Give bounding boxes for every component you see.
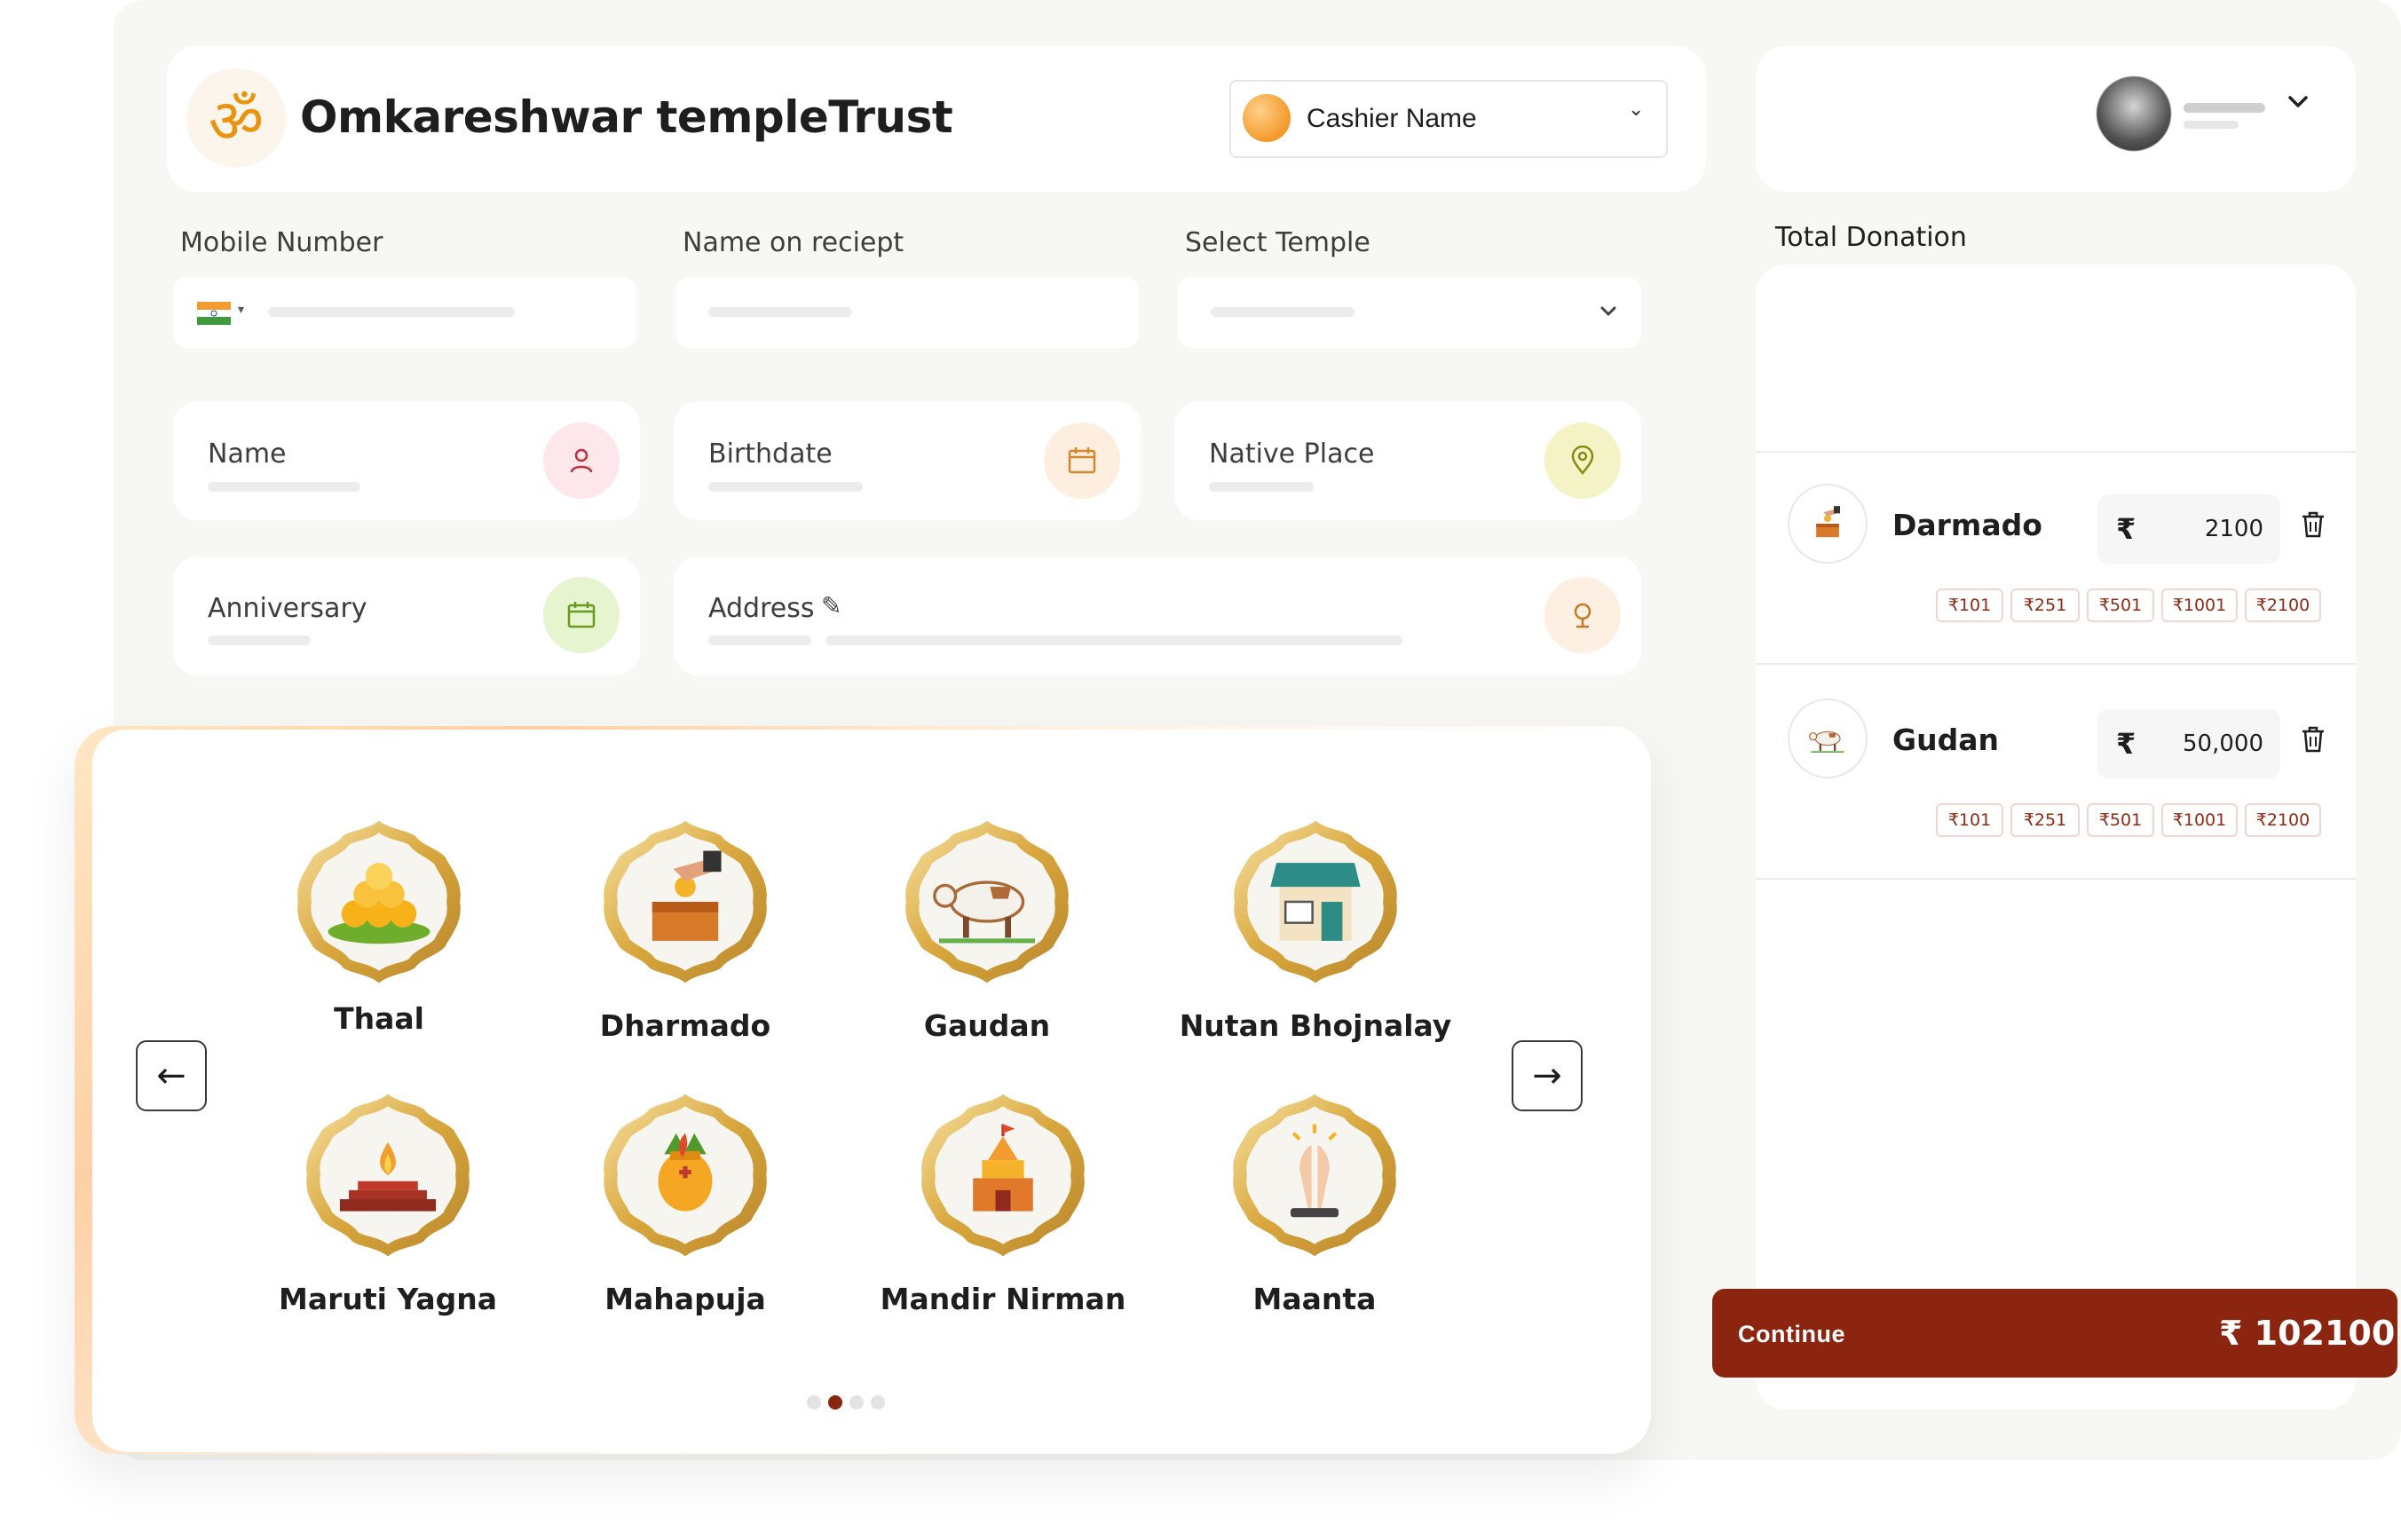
map-marker-icon[interactable] (1544, 577, 1621, 653)
amount-value[interactable]: 50,000 (2157, 731, 2263, 757)
carousel-dot[interactable] (849, 1395, 864, 1410)
divider (1756, 878, 2356, 880)
arrow-right-icon[interactable]: → (1512, 1040, 1583, 1111)
temple-placeholder (1211, 307, 1355, 317)
trash-icon[interactable] (2301, 725, 2326, 761)
quick-amount-chip[interactable]: ₹251 (2010, 803, 2080, 837)
address-label: Address (708, 593, 815, 624)
quick-amount-chip[interactable]: ₹2100 (2245, 588, 2321, 622)
temple-icon[interactable] (912, 1088, 1094, 1262)
quick-amount-chip[interactable]: ₹251 (2010, 588, 2080, 622)
total-amount: ₹ 102100 (2219, 1314, 2396, 1353)
name-placeholder (208, 482, 360, 492)
kalash-icon[interactable] (595, 1088, 776, 1262)
native-place-placeholder (1209, 482, 1314, 492)
receipt-placeholder (708, 307, 852, 317)
divider (1756, 663, 2356, 665)
quick-amount-chip[interactable]: ₹101 (1936, 588, 2003, 622)
quick-amount-chip[interactable]: ₹101 (1936, 803, 2003, 837)
amount-value[interactable]: 2100 (2157, 516, 2263, 542)
quick-amount-chip[interactable]: ₹2100 (2245, 803, 2321, 837)
category-label[interactable]: Mandir Nirman (843, 1282, 1163, 1316)
pencil-icon[interactable]: ✎ (821, 591, 841, 620)
category-label[interactable]: Gaudan (827, 1008, 1147, 1043)
carousel-dot[interactable] (871, 1395, 885, 1410)
carousel-dot[interactable] (807, 1395, 821, 1410)
donation-item-name: Darmado (1892, 508, 2042, 542)
birthdate-placeholder (708, 482, 863, 492)
anniversary-placeholder (208, 636, 311, 645)
address-placeholder (825, 636, 1402, 645)
avatar[interactable] (2097, 76, 2171, 151)
mobile-placeholder (268, 307, 515, 317)
arrow-left-icon[interactable]: ← (136, 1040, 207, 1111)
donation-item-name: Gudan (1892, 723, 1999, 757)
donation-box-icon[interactable] (595, 815, 776, 989)
donation-box-icon (1788, 484, 1868, 564)
category-label[interactable]: Mahapuja (525, 1282, 845, 1316)
cashier-name-label: Cashier Name (1307, 104, 1477, 133)
rupee-icon: ₹ (2116, 512, 2136, 546)
chevron-down-icon[interactable] (1598, 300, 1619, 321)
receipt-name-label: Name on reciept (683, 227, 904, 258)
address-placeholder (708, 636, 811, 645)
category-label[interactable]: Maruti Yagna (228, 1282, 548, 1316)
birthdate-label: Birthdate (708, 438, 833, 470)
cow-icon (1788, 699, 1868, 778)
praying-hands-icon[interactable] (1224, 1088, 1405, 1262)
quick-amount-chip[interactable]: ₹1001 (2161, 588, 2238, 622)
calendar-icon[interactable] (1044, 423, 1120, 499)
india-flag-icon[interactable] (197, 302, 231, 325)
carousel-dots (807, 1395, 885, 1410)
category-label[interactable]: Thaal (219, 1001, 539, 1036)
calendar-icon[interactable] (543, 577, 620, 653)
chevron-down-icon[interactable] (2285, 89, 2311, 115)
address-field[interactable] (674, 557, 1641, 675)
category-label[interactable]: Nutan Bhojnalay (1156, 1008, 1475, 1043)
anniversary-label: Anniversary (208, 593, 367, 624)
category-label[interactable]: Maanta (1155, 1282, 1474, 1316)
om-logo-icon: ॐ (186, 68, 286, 168)
profile-bar (1756, 46, 2356, 192)
profile-name-placeholder (2184, 103, 2265, 113)
user-icon (543, 423, 620, 499)
chevron-down-icon[interactable]: ⌄ (1628, 98, 1644, 121)
trash-icon[interactable] (2301, 510, 2326, 546)
name-label: Name (208, 438, 287, 470)
rupee-icon: ₹ (2116, 727, 2136, 761)
divider (1756, 451, 2356, 453)
shop-icon[interactable] (1225, 815, 1406, 989)
location-pin-icon[interactable] (1544, 423, 1621, 499)
quick-amount-chip[interactable]: ₹501 (2087, 803, 2154, 837)
quick-amount-chip[interactable]: ₹1001 (2161, 803, 2238, 837)
donation-summary (1756, 265, 2356, 1410)
mobile-number-label: Mobile Number (180, 227, 383, 258)
sweets-plate-icon[interactable] (288, 815, 470, 989)
fire-altar-icon[interactable] (297, 1088, 478, 1262)
quick-amount-chip[interactable]: ₹501 (2087, 588, 2154, 622)
category-label[interactable]: Dharmado (525, 1008, 845, 1043)
profile-role-placeholder (2184, 121, 2239, 129)
continue-label: Continue (1738, 1321, 1845, 1347)
native-place-label: Native Place (1209, 438, 1375, 470)
cashier-avatar (1243, 94, 1291, 142)
cow-icon[interactable] (896, 815, 1078, 989)
total-donation-label: Total Donation (1775, 222, 1967, 253)
carousel-dot[interactable] (828, 1395, 842, 1410)
app-title: Omkareshwar templeTrust (300, 91, 953, 143)
select-temple-label: Select Temple (1185, 227, 1370, 258)
country-chevron-icon[interactable]: ▾ (238, 302, 244, 317)
